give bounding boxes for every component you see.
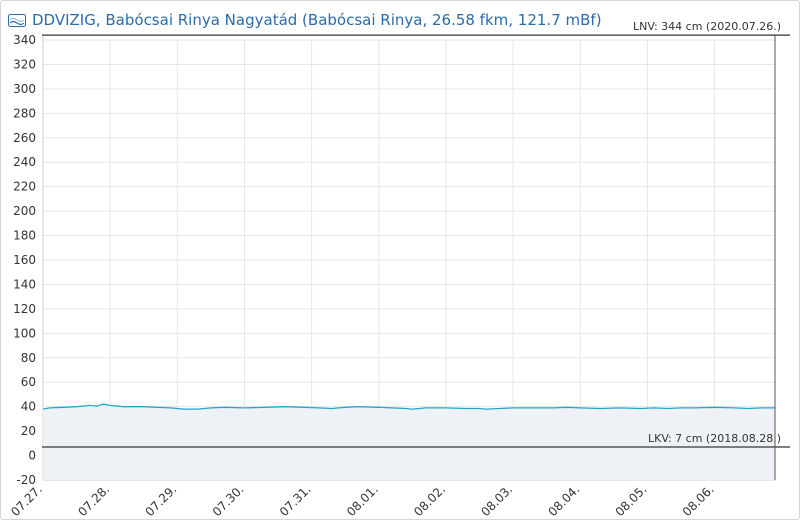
y-tick-label: 120 bbox=[13, 302, 36, 316]
x-tick-label: 08.01. bbox=[344, 482, 381, 519]
y-tick-label: 340 bbox=[13, 33, 36, 47]
y-tick-label: 320 bbox=[13, 57, 36, 71]
x-tick-label: 08.03. bbox=[478, 482, 515, 519]
y-tick-label: 260 bbox=[13, 131, 36, 145]
x-tick-label: 07.31. bbox=[277, 482, 314, 519]
y-tick-label: 280 bbox=[13, 106, 36, 120]
y-tick-label: 240 bbox=[13, 155, 36, 169]
y-tick-label: 100 bbox=[13, 326, 36, 340]
reference-label-0: LNV: 344 cm (2020.07.26.) bbox=[633, 20, 781, 33]
x-tick-label: 07.27. bbox=[8, 482, 45, 519]
x-tick-label: 07.29. bbox=[143, 482, 180, 519]
x-tick-label: 08.04. bbox=[545, 482, 582, 519]
y-tick-label: 40 bbox=[21, 400, 36, 414]
y-tick-label: 300 bbox=[13, 82, 36, 96]
y-tick-label: 200 bbox=[13, 204, 36, 218]
y-tick-label: 60 bbox=[21, 375, 36, 389]
y-tick-label: 220 bbox=[13, 180, 36, 194]
x-tick-label: 08.05. bbox=[613, 482, 650, 519]
x-tick-label: 08.02. bbox=[411, 482, 448, 519]
reference-label-1: LKV: 7 cm (2018.08.28.) bbox=[648, 432, 781, 445]
x-tick-label: 07.28. bbox=[75, 482, 112, 519]
x-tick-label: 08.06. bbox=[680, 482, 717, 519]
y-tick-label: 20 bbox=[21, 424, 36, 438]
x-tick-label: 07.30. bbox=[210, 482, 247, 519]
y-tick-label: 140 bbox=[13, 277, 36, 291]
y-tick-label: 0 bbox=[28, 449, 36, 463]
y-tick-label: 180 bbox=[13, 229, 36, 243]
y-tick-label: 80 bbox=[21, 351, 36, 365]
y-tick-label: 160 bbox=[13, 253, 36, 267]
water-level-chart: -200204060801001201401601802002202402602… bbox=[8, 20, 790, 519]
